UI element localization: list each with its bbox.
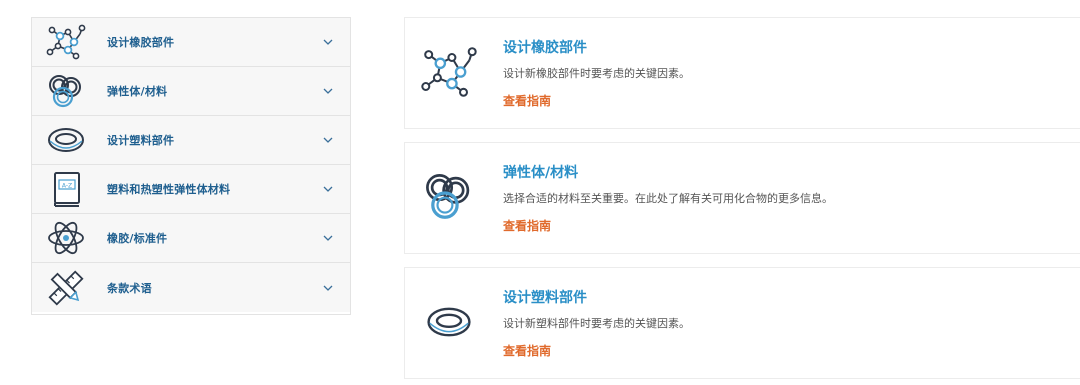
orings-icon bbox=[419, 165, 479, 229]
pencil-ruler-icon bbox=[43, 268, 89, 308]
menu-label: 设计橡胶部件 bbox=[107, 36, 175, 49]
ring-icon bbox=[419, 290, 479, 354]
guide-menu: 设计橡胶部件 弹性体/材料 设计塑料部件 A-Z 塑料和热塑性弹性体材料 橡胶/… bbox=[31, 17, 351, 315]
molecule-icon bbox=[419, 40, 479, 104]
chevron-down-icon[interactable] bbox=[322, 36, 334, 48]
menu-label: 橡胶/标准件 bbox=[107, 232, 168, 245]
guide-card-rubber-design: 设计橡胶部件 设计新橡胶部件时要考虑的关键因素。 查看指南 bbox=[404, 17, 1080, 129]
card-title[interactable]: 弹性体/材料 bbox=[503, 162, 578, 182]
atom-icon bbox=[43, 218, 89, 258]
chevron-down-icon[interactable] bbox=[322, 183, 334, 195]
book-icon: A-Z bbox=[43, 169, 89, 209]
guide-card-elastomers: 弹性体/材料 选择合适的材料至关重要。在此处了解有关可用化合物的更多信息。 查看… bbox=[404, 142, 1080, 254]
card-description: 设计新塑料部件时要考虑的关键因素。 bbox=[503, 317, 690, 330]
menu-item-plastic-materials[interactable]: A-Z 塑料和热塑性弹性体材料 bbox=[32, 165, 350, 214]
orings-icon bbox=[43, 71, 89, 111]
card-description: 选择合适的材料至关重要。在此处了解有关可用化合物的更多信息。 bbox=[503, 192, 833, 205]
menu-item-rubber-standard[interactable]: 橡胶/标准件 bbox=[32, 214, 350, 263]
card-title[interactable]: 设计橡胶部件 bbox=[503, 37, 587, 57]
menu-label: 设计塑料部件 bbox=[107, 134, 175, 147]
menu-item-rubber-design[interactable]: 设计橡胶部件 bbox=[32, 18, 350, 67]
menu-label: 条款术语 bbox=[107, 281, 152, 295]
chevron-down-icon[interactable] bbox=[322, 282, 334, 294]
menu-label: 弹性体/材料 bbox=[107, 85, 168, 98]
chevron-down-icon[interactable] bbox=[322, 232, 334, 244]
view-guide-link[interactable]: 查看指南 bbox=[503, 92, 551, 109]
ring-icon bbox=[43, 120, 89, 160]
menu-label: 塑料和热塑性弹性体材料 bbox=[107, 183, 231, 196]
molecule-icon bbox=[43, 22, 89, 62]
menu-item-plastic-design[interactable]: 设计塑料部件 bbox=[32, 116, 350, 165]
guide-card-plastic-design: 设计塑料部件 设计新塑料部件时要考虑的关键因素。 查看指南 bbox=[404, 267, 1080, 379]
view-guide-link[interactable]: 查看指南 bbox=[503, 217, 551, 234]
menu-item-elastomers[interactable]: 弹性体/材料 bbox=[32, 67, 350, 116]
card-title[interactable]: 设计塑料部件 bbox=[503, 287, 587, 307]
card-description: 设计新橡胶部件时要考虑的关键因素。 bbox=[503, 67, 690, 80]
view-guide-link[interactable]: 查看指南 bbox=[503, 342, 551, 359]
menu-item-glossary[interactable]: 条款术语 bbox=[32, 263, 350, 312]
chevron-down-icon[interactable] bbox=[322, 85, 334, 97]
chevron-down-icon[interactable] bbox=[322, 134, 334, 146]
svg-text:A-Z: A-Z bbox=[62, 183, 72, 190]
